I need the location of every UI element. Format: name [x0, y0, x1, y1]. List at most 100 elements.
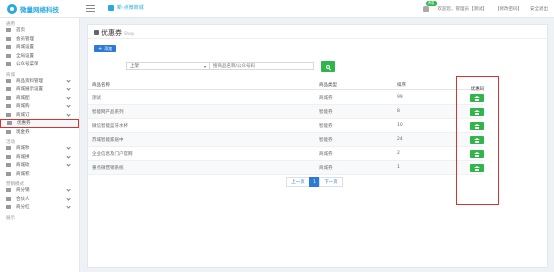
table-row: 苏城智能家居中 智能券 24: [88, 133, 483, 147]
sidebar-item[interactable]: 会员管理: [0, 35, 79, 44]
quick-link[interactable]: 新·点微商城: [108, 4, 144, 11]
chevron-down-icon: [66, 111, 71, 117]
chevron-down-icon: [66, 162, 71, 167]
menu-item-icon: [6, 87, 11, 92]
menu-item-icon: [6, 112, 11, 117]
sidebar-item[interactable]: 商分销: [0, 186, 79, 195]
sort-cell: 2: [397, 151, 400, 156]
sidebar-item[interactable]: 公众号菜单: [0, 60, 79, 69]
coupon-code-button[interactable]: [470, 94, 484, 102]
sidebar-item[interactable]: 商城积: [0, 170, 79, 179]
sidebar-item[interactable]: 首页: [0, 26, 79, 35]
user-area: 消息 欢迎您，管理员【测试】 【修改密码】 安全退出: [422, 0, 548, 18]
menu-item-icon: [6, 28, 11, 33]
sidebar-item[interactable]: 商城秒: [0, 144, 79, 153]
menu-item-icon: [6, 36, 11, 41]
product-type-cell: 商城券: [319, 151, 333, 157]
table-header: 商品名称 商品类型 排序: [88, 81, 483, 90]
add-button[interactable]: + 添加: [94, 45, 117, 52]
sidebar-item-label: 优惠券: [17, 121, 31, 127]
sidebar-section-title: 通用: [6, 22, 15, 27]
chevron-down-icon: [66, 187, 71, 192]
menu-item-icon: [6, 154, 11, 159]
home-icon: [474, 110, 480, 115]
search-input[interactable]: [209, 62, 314, 70]
sidebar-item[interactable]: 合伙人: [0, 195, 79, 204]
home-icon: [474, 138, 480, 143]
menu-item-icon: [6, 171, 11, 176]
col-sort-header: 排序: [397, 83, 406, 88]
sidebar-item[interactable]: 商城展示设置: [0, 85, 79, 94]
status-select[interactable]: 上架: [126, 62, 211, 70]
product-type-cell: 智能券: [319, 109, 333, 115]
sort-cell: 8: [397, 109, 400, 114]
menu-item-icon: [6, 78, 11, 83]
sidebar-item[interactable]: 商城设置: [0, 43, 79, 52]
sidebar-item-label: 合伙人: [16, 196, 30, 202]
coupon-code-button[interactable]: [470, 136, 484, 144]
menu-item-icon: [6, 146, 11, 151]
sidebar-item[interactable]: 商城配: [0, 94, 79, 103]
sidebar-item-label: 商城配: [16, 95, 30, 101]
welcome-text: 欢迎您，管理员【测试】: [437, 7, 488, 12]
product-type-cell: 智能券: [319, 137, 333, 143]
logo-text: 微量网络科技: [20, 6, 59, 14]
sidebar-item-label: 商城购: [16, 104, 30, 110]
chevron-down-icon: [66, 195, 71, 201]
sidebar-item-label: 商分红: [16, 205, 30, 211]
sidebar-item[interactable]: 商城订: [0, 111, 79, 120]
sidebar-item[interactable]: 商品资料管理: [0, 77, 79, 86]
sidebar-item-label: 商分销: [16, 188, 30, 194]
pagination: 上一页 1 下一页: [286, 177, 343, 187]
sidebar-section-title: 营销模式: [6, 182, 24, 187]
coupon-code-column: 优惠码: [456, 76, 499, 205]
menu-item-icon: [6, 95, 11, 100]
sidebar-item[interactable]: 全局设置: [0, 52, 79, 61]
col-type-header: 商品类型: [319, 83, 337, 88]
menu-toggle-icon[interactable]: [86, 4, 95, 13]
sidebar-item-label: 首页: [16, 28, 25, 34]
sidebar-item[interactable]: 商城购: [0, 102, 79, 111]
next-page-button[interactable]: 下一页: [319, 177, 343, 187]
sidebar-item-label: 商品资料管理: [16, 78, 43, 84]
sidebar-item[interactable]: 现金券: [0, 128, 79, 137]
coupon-code-button[interactable]: [470, 164, 484, 172]
prev-page-button[interactable]: 上一页: [286, 177, 310, 187]
product-type-cell: 商城券: [319, 95, 333, 101]
product-type-cell: 商城券: [319, 165, 333, 171]
product-name-cell: 苏城智能家居中: [92, 137, 124, 143]
chevron-down-icon: [66, 86, 71, 91]
sidebar-item-label: 商城设置: [16, 45, 34, 51]
product-name-cell: 重点微营销系统: [92, 165, 124, 171]
product-name-cell: 企业信息及门户官网: [92, 151, 133, 157]
coupon-code-button[interactable]: [470, 122, 484, 130]
menu-item-icon: [6, 104, 11, 109]
sidebar-item-label: 全局设置: [16, 53, 34, 59]
notify-badge: 消息: [425, 1, 437, 6]
bell-icon[interactable]: 消息: [422, 1, 437, 12]
sidebar-section-title: 活动: [6, 140, 15, 145]
table-row: 企业信息及门户官网 商城券 2: [88, 147, 483, 161]
table-row: 智能网产品系列 智能券 8: [88, 105, 483, 119]
col-name-header: 商品名称: [92, 83, 110, 88]
sort-cell: 1: [397, 165, 400, 170]
coupon-code-button[interactable]: [470, 108, 484, 116]
product-name-cell: 微信智能蓝牙水杯: [92, 123, 128, 129]
coupon-code-button[interactable]: [470, 150, 484, 158]
home-icon: [474, 96, 480, 101]
product-type-cell: 智能券: [319, 123, 333, 129]
sidebar-item[interactable]: 商分红: [0, 203, 79, 212]
page-title: 优惠券 Shop: [94, 28, 134, 38]
chevron-down-icon: [66, 153, 71, 159]
home-icon: [474, 166, 480, 171]
sidebar-item[interactable]: 商城拼: [0, 153, 79, 162]
top-bar: 微量网络科技 新·点微商城 消息 欢迎您，管理员【测试】 【修改密码】 安全退出: [0, 0, 554, 18]
search-button[interactable]: [321, 61, 335, 72]
sidebar-item[interactable]: 商城砍: [0, 161, 79, 170]
sidebar-item[interactable]: 优惠券: [0, 119, 79, 128]
chevron-down-icon: [66, 145, 71, 150]
table-row: 微信智能蓝牙水杯 智能券 10: [88, 119, 483, 133]
logout-link[interactable]: 安全退出: [530, 6, 548, 12]
change-password-link[interactable]: 【修改密码】: [495, 6, 522, 12]
logo[interactable]: 微量网络科技: [0, 0, 80, 18]
